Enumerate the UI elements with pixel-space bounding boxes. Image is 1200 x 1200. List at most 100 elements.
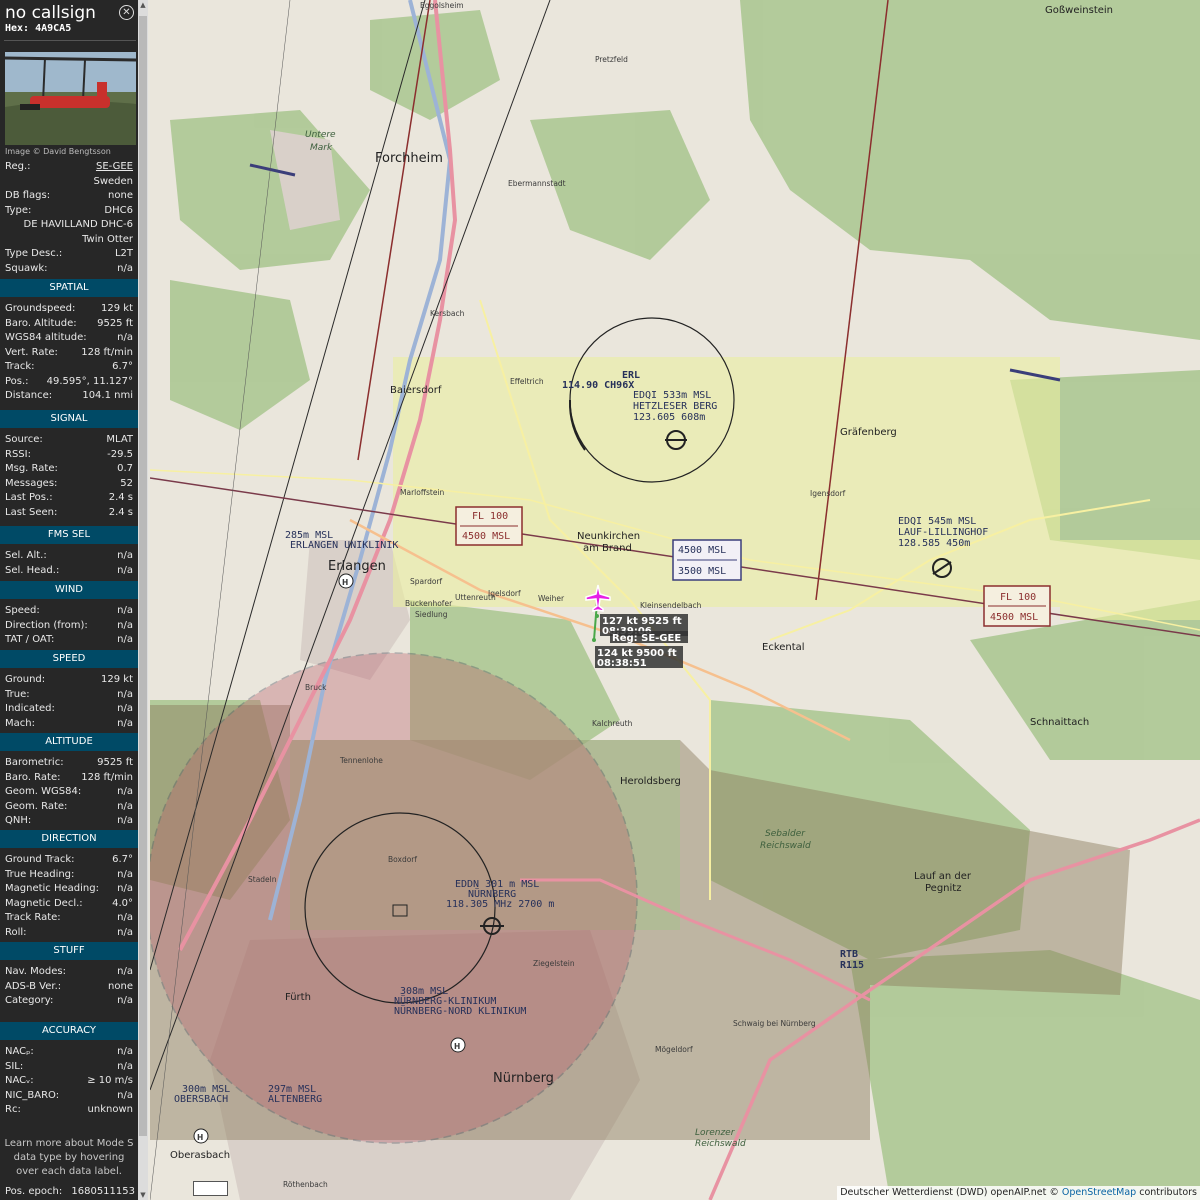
close-icon[interactable]: ✕ <box>119 5 134 20</box>
data-label[interactable]: Last Seen: <box>5 507 57 518</box>
data-label[interactable]: Last Pos.: <box>5 492 53 503</box>
data-label[interactable]: Vert. Rate: <box>5 347 58 358</box>
svg-text:H: H <box>454 1042 460 1051</box>
svg-text:ALTENBERG: ALTENBERG <box>268 1094 322 1105</box>
data-label[interactable]: Barometric: <box>5 757 64 768</box>
data-row: NACᵥ: ≥ 10 m/s <box>0 1075 138 1090</box>
openstreetmap-link[interactable]: OpenStreetMap <box>1062 1187 1136 1198</box>
data-label[interactable]: TAT / OAT: <box>5 634 54 645</box>
data-row: ADS-B Ver.: none <box>0 981 138 996</box>
help-text: Learn more about Mode S data type by hov… <box>4 1138 134 1177</box>
aircraft-reg-label: Reg: SE-GEE <box>610 631 688 644</box>
data-value: 104.1 nmi <box>82 390 133 401</box>
data-label[interactable]: NACₚ: <box>5 1046 34 1057</box>
data-value: 6.7° <box>112 361 133 372</box>
data-label[interactable]: Direction (from): <box>5 620 88 631</box>
data-row: Ground Track: 6.7° <box>0 854 138 869</box>
section-header-accuracy: ACCURACY <box>0 1022 138 1040</box>
data-value: n/a <box>117 703 133 714</box>
data-label[interactable]: Roll: <box>5 927 27 938</box>
data-label[interactable]: Distance: <box>5 390 52 401</box>
map-canvas[interactable]: H H H ERL 114.90 CH96X RTB R115 EDQI 533… <box>150 0 1200 1200</box>
data-label[interactable]: Magnetic Decl.: <box>5 898 83 909</box>
data-value: n/a <box>117 688 133 700</box>
section-header-altitude: ALTITUDE <box>0 733 138 751</box>
data-row: Groundspeed: 129 kt <box>0 303 138 318</box>
aircraft-photo[interactable] <box>5 52 136 145</box>
data-label[interactable]: Mach: <box>5 718 35 729</box>
info-value: L2T <box>114 248 133 259</box>
data-label[interactable]: Msg. Rate: <box>5 463 58 474</box>
data-label[interactable]: Speed: <box>5 605 40 616</box>
svg-text:Stadeln: Stadeln <box>248 875 277 884</box>
photo-credit: Image © David Bengtsson <box>5 147 111 156</box>
data-label[interactable]: Baro. Rate: <box>5 772 60 783</box>
airspace-limit-box-west[interactable]: FL 100 4500 MSL <box>455 506 523 546</box>
data-row: Mach: n/a <box>0 718 138 733</box>
data-value: MLAT <box>106 434 133 445</box>
data-row: Roll: n/a <box>0 927 138 942</box>
data-label[interactable]: Baro. Altitude: <box>5 318 77 329</box>
info-row: Twin Otter <box>0 234 138 249</box>
data-label[interactable]: Category: <box>5 995 53 1006</box>
data-label[interactable]: Geom. Rate: <box>5 801 67 812</box>
data-label[interactable]: Geom. WGS84: <box>5 786 81 797</box>
svg-text:Untere: Untere <box>305 130 336 140</box>
data-label[interactable]: True Heading: <box>5 869 74 880</box>
data-label[interactable]: ADS-B Ver.: <box>5 981 61 992</box>
data-value: 129 kt <box>101 303 133 314</box>
svg-text:123.605 608m: 123.605 608m <box>633 412 705 423</box>
svg-text:Nürnberg: Nürnberg <box>493 1071 554 1086</box>
data-label[interactable]: Ground Track: <box>5 854 75 865</box>
heliport-icon[interactable]: H <box>450 1037 466 1053</box>
data-label[interactable]: SIL: <box>5 1061 23 1072</box>
svg-text:Mark: Mark <box>310 143 333 153</box>
svg-text:OBERSBACH: OBERSBACH <box>174 1094 228 1105</box>
data-label[interactable]: NACᵥ: <box>5 1075 34 1086</box>
data-label[interactable]: Sel. Alt.: <box>5 550 47 561</box>
data-value: n/a <box>117 868 133 880</box>
svg-text:4500 MSL: 4500 MSL <box>990 612 1038 623</box>
airspace-limit-box-center[interactable]: 4500 MSL 3500 MSL <box>672 539 742 581</box>
scroll-down-arrow-icon[interactable]: ▼ <box>138 1190 148 1200</box>
svg-text:Kalchreuth: Kalchreuth <box>592 719 633 728</box>
data-label[interactable]: True: <box>5 689 30 700</box>
data-row: Last Seen: 2.4 s <box>0 507 138 522</box>
data-label[interactable]: Magnetic Heading: <box>5 883 99 894</box>
svg-text:ERLANGEN UNIKLINIK: ERLANGEN UNIKLINIK <box>290 540 398 551</box>
data-label[interactable]: Indicated: <box>5 703 55 714</box>
registration-link[interactable]: SE-GEE <box>96 161 133 172</box>
data-value: n/a <box>117 1060 133 1072</box>
data-label[interactable]: Track: <box>5 361 35 372</box>
data-label[interactable]: Track Rate: <box>5 912 61 923</box>
scale-bar <box>193 1181 228 1196</box>
data-row: Ground: 129 kt <box>0 674 138 689</box>
svg-text:Kersbach: Kersbach <box>430 309 465 318</box>
data-label[interactable]: Groundspeed: <box>5 303 75 314</box>
scrollbar-thumb[interactable] <box>139 16 147 1136</box>
callsign-title: no callsign <box>5 3 96 23</box>
map-view[interactable]: H H H ERL 114.90 CH96X RTB R115 EDQI 533… <box>150 0 1200 1200</box>
data-label[interactable]: Source: <box>5 434 43 445</box>
data-label[interactable]: QNH: <box>5 815 31 826</box>
data-label[interactable]: Pos.: <box>5 376 29 387</box>
data-row: True Heading: n/a <box>0 869 138 884</box>
data-label[interactable]: Rc: <box>5 1104 21 1115</box>
data-label[interactable]: RSSI: <box>5 449 31 460</box>
scroll-up-arrow-icon[interactable]: ▲ <box>138 0 148 10</box>
info-row: DB flags: none <box>0 190 138 205</box>
info-row: Squawk: n/a <box>0 263 138 278</box>
data-value: 0.7 <box>117 463 133 474</box>
data-label[interactable]: NIC_BARO: <box>5 1090 59 1101</box>
heliport-icon[interactable]: H <box>193 1128 209 1144</box>
data-label[interactable]: Ground: <box>5 674 45 685</box>
heliport-icon[interactable]: H <box>338 573 354 589</box>
data-label[interactable]: WGS84 altitude: <box>5 332 87 343</box>
info-row: Sweden <box>0 176 138 191</box>
sidebar-scrollbar[interactable]: ▲ ▼ <box>138 0 148 1200</box>
data-label[interactable]: Sel. Head.: <box>5 565 59 576</box>
data-label[interactable]: Nav. Modes: <box>5 966 66 977</box>
airspace-limit-box-east[interactable]: FL 100 4500 MSL <box>983 585 1051 627</box>
data-label[interactable]: Messages: <box>5 478 57 489</box>
section-rows: Speed: n/a Direction (from): n/a TAT / OAT: n… <box>0 605 138 649</box>
